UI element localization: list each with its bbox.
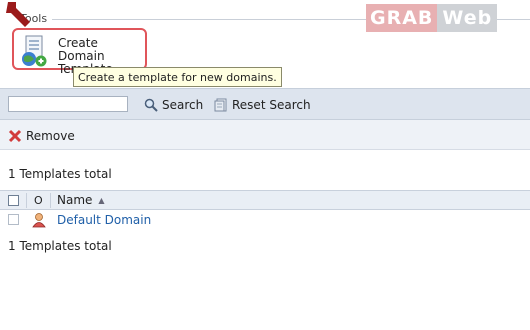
remove-button-label: Remove bbox=[26, 128, 75, 143]
arrow-pointer-icon bbox=[6, 2, 30, 27]
search-button[interactable]: Search bbox=[144, 96, 203, 113]
header-name-sort[interactable]: Name ▲ bbox=[57, 193, 105, 207]
column-separator bbox=[26, 193, 27, 208]
create-domain-template-button[interactable]: Create Domain Template bbox=[12, 28, 147, 76]
grabweb-watermark: GRAB Web bbox=[366, 4, 498, 32]
watermark-grab: GRAB bbox=[366, 4, 438, 32]
row-name-link[interactable]: Default Domain bbox=[57, 213, 151, 227]
reset-search-button[interactable]: Reset Search bbox=[214, 96, 311, 113]
header-name-label: Name bbox=[57, 193, 93, 207]
actions-toolbar bbox=[0, 120, 530, 150]
reset-search-label: Reset Search bbox=[232, 97, 311, 112]
remove-icon bbox=[8, 129, 22, 142]
search-input[interactable] bbox=[8, 96, 128, 112]
sort-ascending-icon: ▲ bbox=[98, 195, 105, 205]
create-template-tooltip: Create a template for new domains. bbox=[73, 67, 282, 87]
table-header: O Name ▲ bbox=[0, 190, 530, 210]
create-template-icon bbox=[22, 35, 47, 67]
header-o: O bbox=[34, 194, 43, 207]
row-checkbox[interactable] bbox=[8, 214, 19, 225]
search-icon bbox=[144, 98, 158, 112]
table-row: Default Domain bbox=[0, 210, 530, 230]
remove-button[interactable]: Remove bbox=[8, 128, 75, 143]
domain-template-icon bbox=[32, 213, 46, 228]
column-separator bbox=[50, 193, 51, 208]
watermark-web: Web bbox=[437, 4, 498, 32]
search-button-label: Search bbox=[162, 97, 204, 112]
create-template-label-line1: Create Domain bbox=[58, 36, 105, 63]
reset-search-icon bbox=[214, 98, 227, 111]
templates-total-bottom: 1 Templates total bbox=[8, 239, 112, 253]
templates-total-top: 1 Templates total bbox=[8, 167, 112, 181]
select-all-checkbox[interactable] bbox=[8, 195, 19, 206]
